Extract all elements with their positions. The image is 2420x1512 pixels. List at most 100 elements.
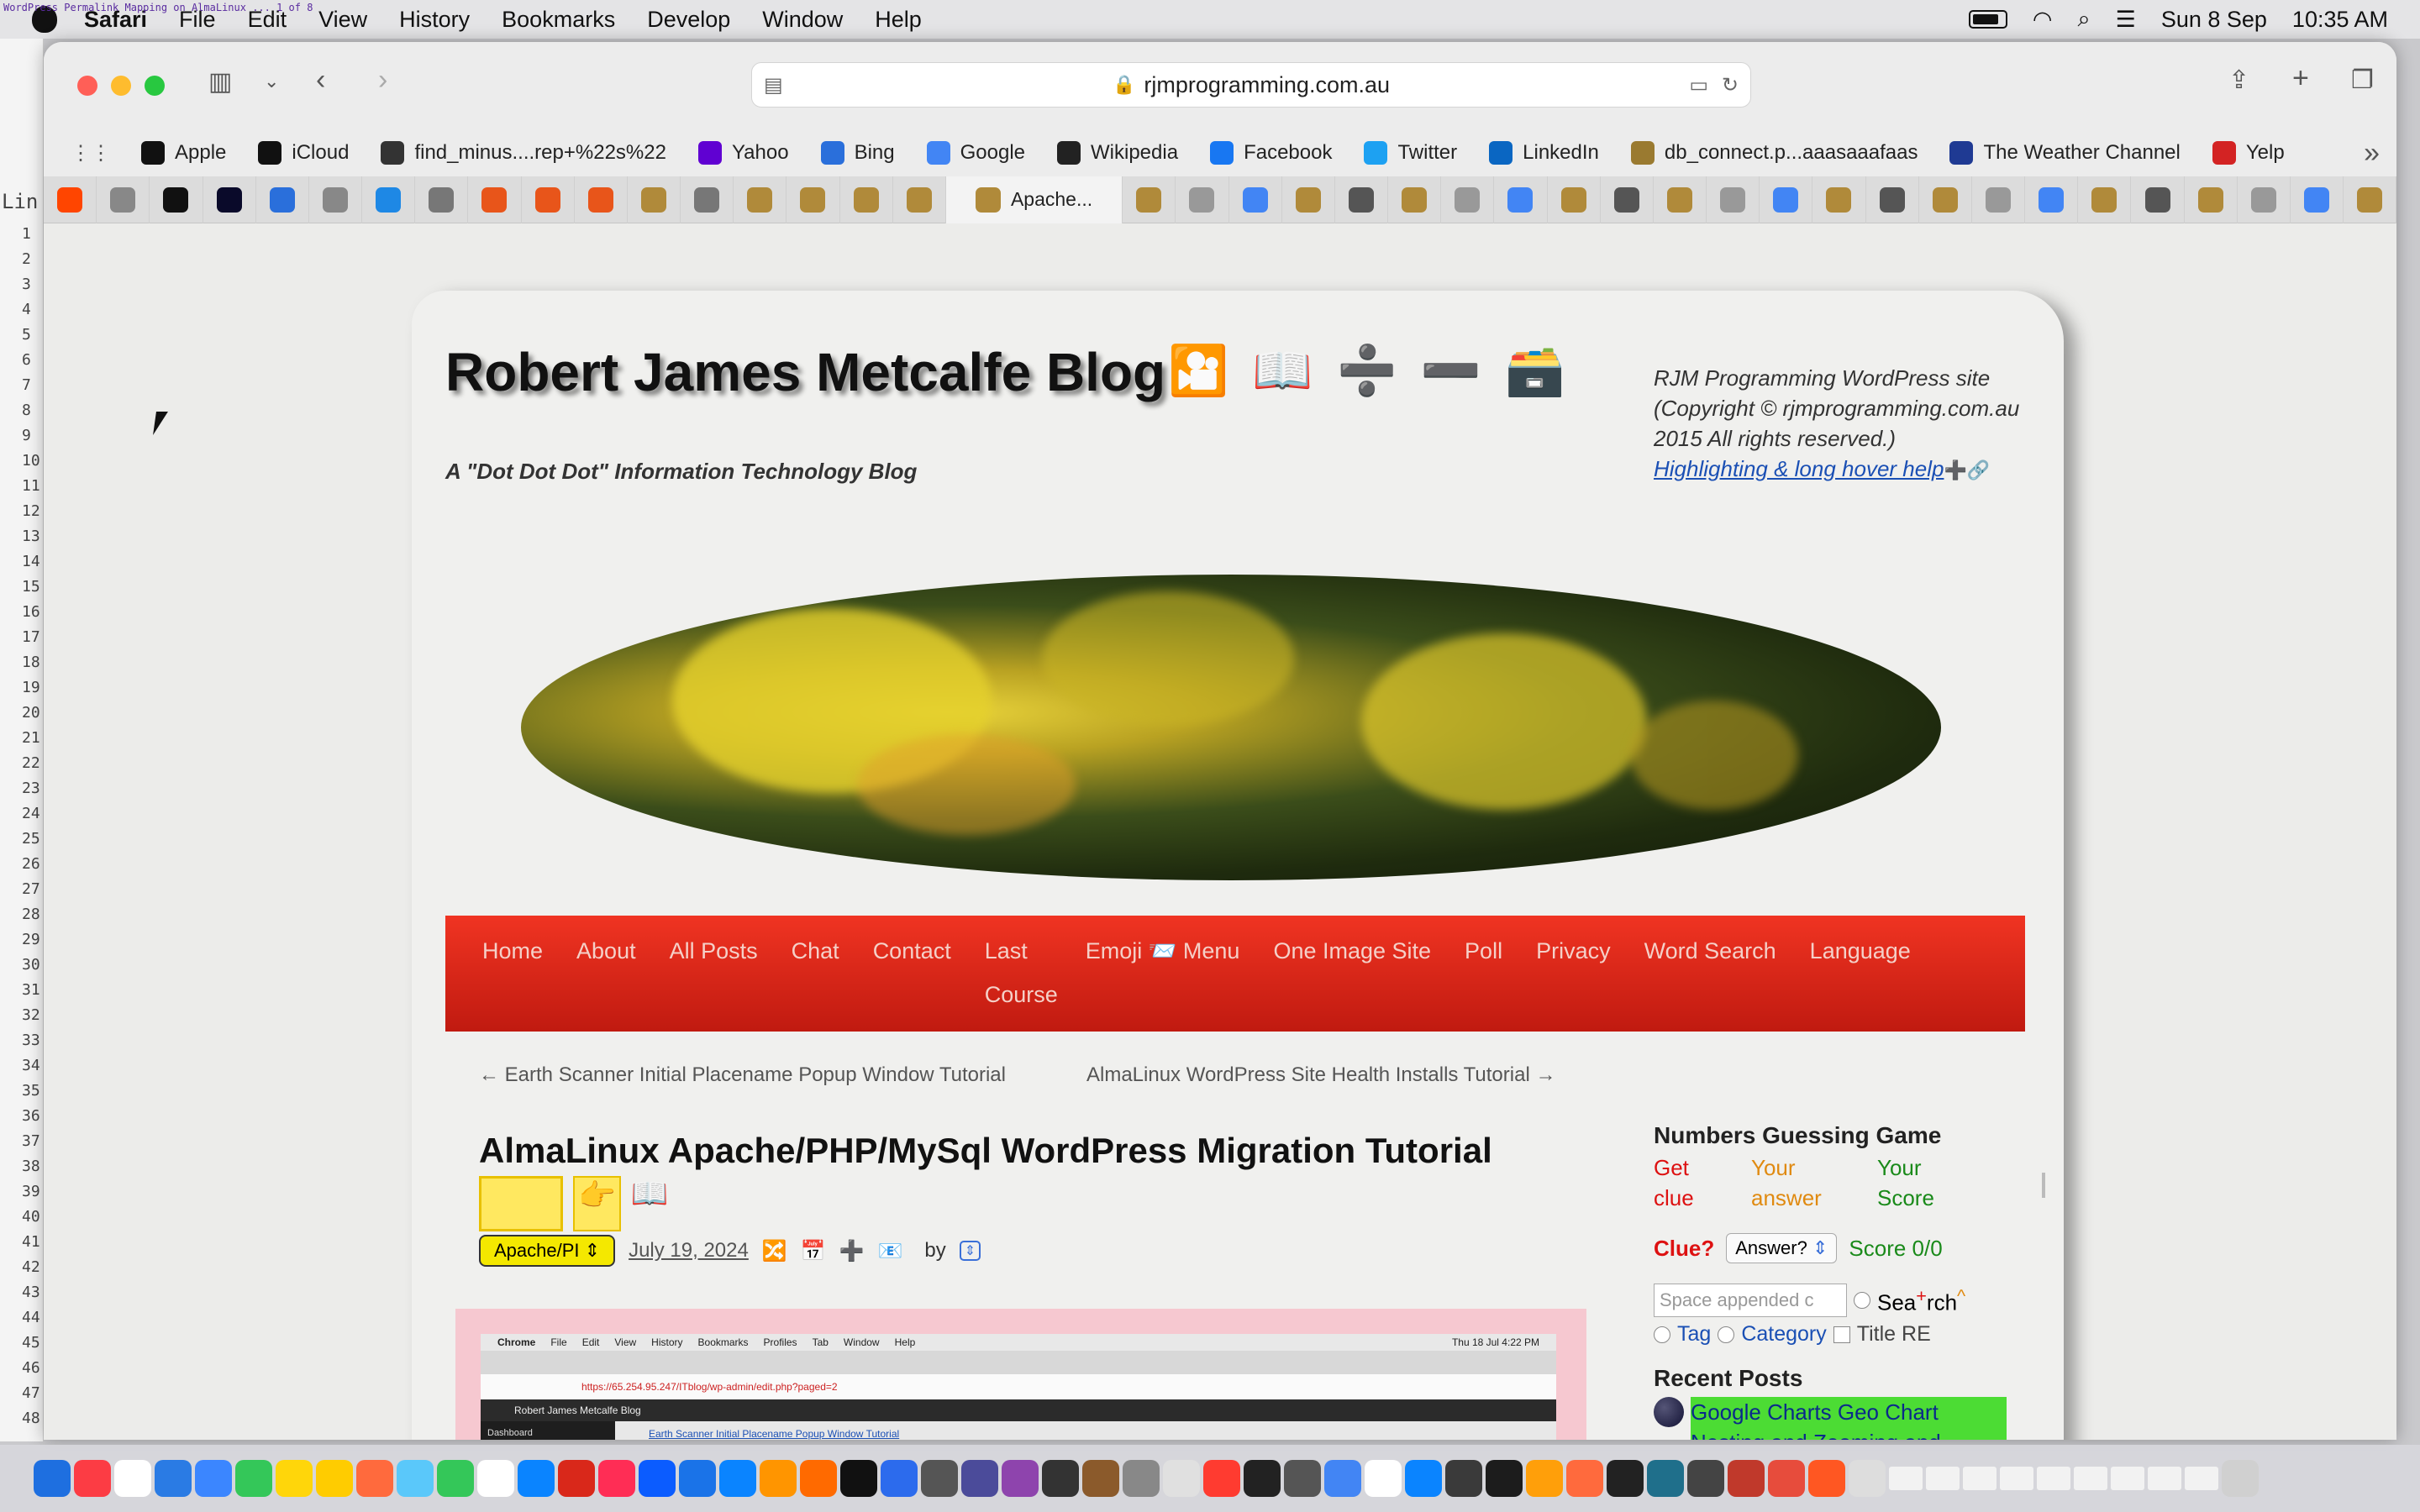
menu-bookmarks[interactable]: Bookmarks <box>502 7 615 33</box>
wifi-icon[interactable]: ◠ <box>2033 7 2053 33</box>
dock-minimized-window[interactable] <box>2074 1467 2107 1490</box>
divide-icon[interactable]: ➗ <box>1336 343 1397 400</box>
bookmark-8[interactable]: Twitter <box>1364 141 1457 165</box>
dock-app-icon[interactable] <box>961 1460 998 1497</box>
category-select[interactable]: Apache/PI ⇕ <box>479 1235 616 1267</box>
dock-app-icon[interactable] <box>437 1460 474 1497</box>
trash-icon[interactable] <box>2222 1460 2259 1497</box>
tab-0[interactable] <box>44 176 97 223</box>
share-icon[interactable]: ⇪ <box>2228 66 2249 95</box>
dock-app-icon[interactable] <box>840 1460 877 1497</box>
bookmark-12[interactable]: Yelp <box>2212 141 2285 165</box>
dock-app-icon[interactable] <box>195 1460 232 1497</box>
bookmark-11[interactable]: The Weather Channel <box>1949 141 2181 165</box>
bookmark-4[interactable]: Bing <box>820 141 895 165</box>
dock-minimized-window[interactable] <box>2037 1467 2070 1490</box>
tab-36[interactable] <box>2078 176 2132 223</box>
tab-13[interactable] <box>734 176 787 223</box>
bookmark-6[interactable]: Wikipedia <box>1057 141 1178 165</box>
address-bar[interactable]: ▤ 🔒 rjmprogramming.com.au ▭ ↻ <box>751 62 1751 108</box>
dock-app-icon[interactable] <box>1002 1460 1039 1497</box>
bookmark-10[interactable]: db_connect.p...aaasaaafaas <box>1630 141 1918 165</box>
dock-app-icon[interactable] <box>1849 1460 1886 1497</box>
back-arrow-icon[interactable]: ‹ <box>316 64 325 97</box>
dock-app-icon[interactable] <box>397 1460 434 1497</box>
dock-minimized-window[interactable] <box>1963 1467 1996 1490</box>
tab-32[interactable] <box>1866 176 1919 223</box>
dock-app-icon[interactable] <box>235 1460 272 1497</box>
dock-minimized-window[interactable] <box>1889 1467 1923 1490</box>
tab-1[interactable] <box>97 176 150 223</box>
dock-app-icon[interactable] <box>1324 1460 1361 1497</box>
tab-6[interactable] <box>362 176 416 223</box>
search-input[interactable]: Space appended c <box>1654 1284 1847 1317</box>
recent-post-item[interactable]: Google Charts Geo Chart Nesting and Zoom… <box>1654 1397 2007 1440</box>
menu-view[interactable]: View <box>318 7 367 33</box>
sidebar-scrollbar[interactable] <box>2042 1173 2045 1198</box>
tab-39[interactable] <box>2238 176 2291 223</box>
bookmark-7[interactable]: Facebook <box>1210 141 1332 165</box>
dock-app-icon[interactable] <box>598 1460 635 1497</box>
close-window-button[interactable] <box>77 76 97 96</box>
tab-33[interactable] <box>1919 176 1972 223</box>
menu-help[interactable]: Help <box>875 7 922 33</box>
dock-minimized-window[interactable] <box>2000 1467 2033 1490</box>
menu-window[interactable]: Window <box>762 7 843 33</box>
dock-app-icon[interactable] <box>477 1460 514 1497</box>
chevron-down-icon[interactable]: ⌄ <box>264 71 279 92</box>
dock-app-icon[interactable] <box>1808 1460 1845 1497</box>
category-radio[interactable] <box>1718 1326 1735 1343</box>
apps-grid-icon[interactable]: ⋮⋮ <box>71 141 111 165</box>
tab-14[interactable] <box>786 176 840 223</box>
bookmark-0[interactable]: Apple <box>141 141 226 165</box>
nav-item-6[interactable]: Emoji 📨 Menu <box>1086 929 1240 1016</box>
tab-19[interactable] <box>1176 176 1229 223</box>
tag-radio[interactable] <box>1654 1326 1670 1343</box>
tab-26[interactable] <box>1548 176 1601 223</box>
nav-item-7[interactable]: One Image Site <box>1273 929 1431 1016</box>
post-screenshot[interactable]: Chrome File Edit View History Bookmarks Profil… <box>455 1309 1586 1440</box>
dock-app-icon[interactable] <box>1526 1460 1563 1497</box>
tab-29[interactable] <box>1707 176 1760 223</box>
shuffle-icon[interactable]: 🔀 <box>762 1239 787 1263</box>
dock-app-icon[interactable] <box>276 1460 313 1497</box>
dock-app-icon[interactable] <box>1728 1460 1765 1497</box>
tab-30[interactable] <box>1760 176 1813 223</box>
minimize-window-button[interactable] <box>111 76 131 96</box>
pointing-hand-icon[interactable]: 👉 <box>573 1176 621 1231</box>
nav-item-10[interactable]: Word Search <box>1644 929 1776 1016</box>
nav-item-8[interactable]: Poll <box>1465 929 1502 1016</box>
tab-41[interactable] <box>2344 176 2396 223</box>
book-icon[interactable]: 📖 <box>631 1176 669 1231</box>
nav-item-9[interactable]: Privacy <box>1536 929 1611 1016</box>
tag-label[interactable]: Tag <box>1677 1322 1711 1347</box>
tab-20[interactable] <box>1229 176 1282 223</box>
post-date[interactable]: July 19, 2024 <box>629 1239 749 1263</box>
dock-minimized-window[interactable] <box>1926 1467 1960 1490</box>
blog-title[interactable]: Robert James Metcalfe Blog <box>445 341 1165 403</box>
dock-app-icon[interactable] <box>881 1460 918 1497</box>
spotlight-icon[interactable]: ⌕ <box>2077 6 2090 33</box>
tab-7[interactable] <box>415 176 469 223</box>
dock-app-icon[interactable] <box>1405 1460 1442 1497</box>
dock-app-icon[interactable] <box>34 1460 71 1497</box>
nav-item-0[interactable]: Home <box>482 929 543 1016</box>
tab-21[interactable] <box>1282 176 1335 223</box>
dock-app-icon[interactable] <box>1163 1460 1200 1497</box>
clock-time[interactable]: 10:35 AM <box>2292 7 2388 33</box>
dock-minimized-window[interactable] <box>2185 1467 2218 1490</box>
dock-app-icon[interactable] <box>921 1460 958 1497</box>
bookmark-5[interactable]: Google <box>926 141 1025 165</box>
battery-icon[interactable] <box>1968 10 2007 29</box>
previous-post-link[interactable]: ← Earth Scanner Initial Placename Popup … <box>479 1063 1006 1087</box>
dock-app-icon[interactable] <box>719 1460 756 1497</box>
dock-app-icon[interactable] <box>1284 1460 1321 1497</box>
reload-icon[interactable]: ↻ <box>1722 73 1739 97</box>
search-label[interactable]: Sea+rch^ <box>1877 1285 1965 1316</box>
zoom-window-button[interactable] <box>145 76 165 96</box>
mail-icon[interactable]: 📧 <box>878 1239 903 1263</box>
dock-app-icon[interactable] <box>1244 1460 1281 1497</box>
bookmark-9[interactable]: LinkedIn <box>1489 141 1599 165</box>
tab-15[interactable] <box>840 176 893 223</box>
dock-minimized-window[interactable] <box>2148 1467 2181 1490</box>
